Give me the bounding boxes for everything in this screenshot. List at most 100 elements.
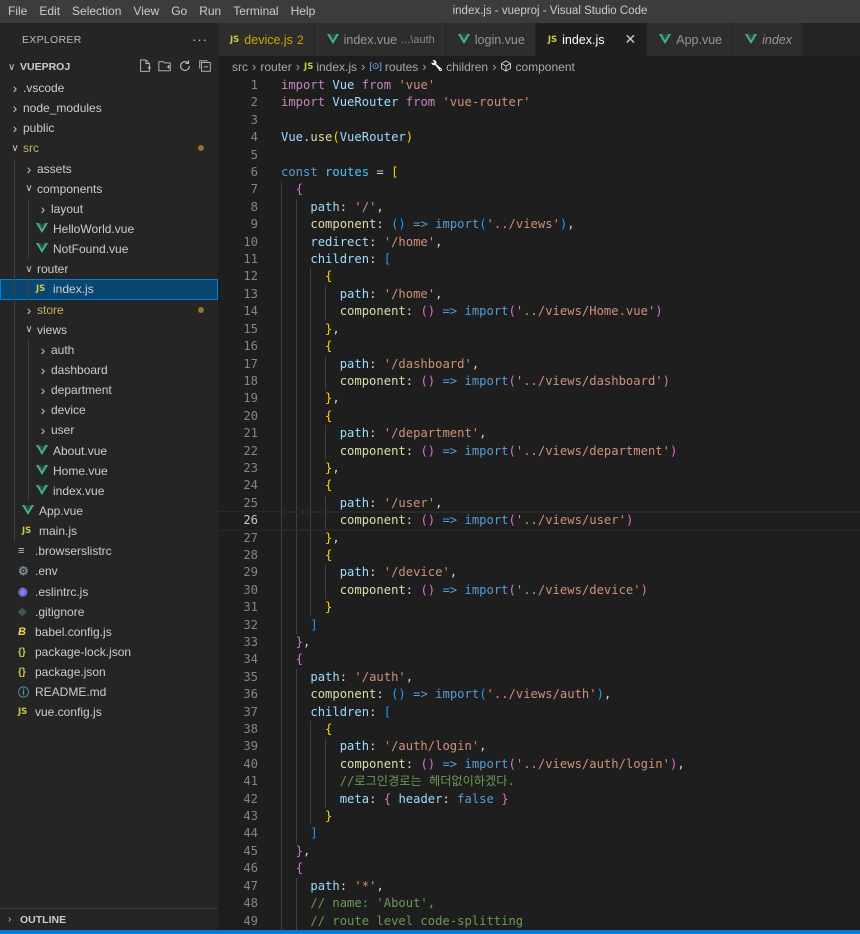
token: import bbox=[435, 217, 480, 232]
menu-edit[interactable]: Edit bbox=[33, 0, 66, 23]
tree-item-device[interactable]: › device bbox=[0, 400, 218, 421]
tree-item-helloworld-vue[interactable]: HelloWorld.vue bbox=[0, 218, 218, 240]
code-text: ] bbox=[281, 617, 317, 634]
collapse-all-icon[interactable] bbox=[198, 59, 212, 73]
token: routes bbox=[325, 165, 370, 180]
vue-file-icon bbox=[36, 484, 52, 497]
project-header[interactable]: ∨ VUEPROJ bbox=[0, 56, 218, 78]
tree-item-auth[interactable]: › auth bbox=[0, 339, 218, 360]
close-icon[interactable]: ✕ bbox=[625, 31, 637, 48]
tree-item-store[interactable]: › store bbox=[0, 299, 218, 320]
tree-item-main-js[interactable]: JS main.js bbox=[0, 521, 218, 542]
code-text: ] bbox=[281, 825, 317, 842]
indent-guide bbox=[14, 440, 15, 461]
new-file-icon[interactable] bbox=[138, 59, 152, 73]
code-editor[interactable]: 1 import Vue from 'vue' 2 import VueRouter … bbox=[218, 77, 860, 930]
token: import bbox=[464, 756, 509, 771]
indent-guide bbox=[14, 259, 15, 280]
tree-item-src[interactable]: ∨ src bbox=[0, 138, 218, 158]
token: => bbox=[442, 582, 458, 597]
code-text: component: () => import('../views/dashbo… bbox=[281, 373, 670, 390]
tree-item-notfound-vue[interactable]: NotFound.vue bbox=[0, 239, 218, 260]
tree-item-node-modules[interactable]: › node_modules bbox=[0, 98, 218, 118]
tree-item-public[interactable]: › public bbox=[0, 118, 218, 138]
tree-item-label: NotFound.vue bbox=[53, 242, 129, 257]
tab-index-js[interactable]: JS index.js ✕ bbox=[535, 23, 648, 56]
tree-item-department[interactable]: › department bbox=[0, 380, 218, 401]
breadcrumb-children[interactable]: 🔧 children bbox=[431, 60, 488, 74]
breadcrumb-src[interactable]: src bbox=[232, 60, 248, 74]
tree-item-label: public bbox=[23, 121, 55, 136]
menu-file[interactable]: File bbox=[2, 0, 33, 23]
tree-item-vscode[interactable]: › .vscode bbox=[0, 78, 218, 98]
tree-item-home-vue[interactable]: Home.vue bbox=[0, 460, 218, 481]
menu-view[interactable]: View bbox=[127, 0, 165, 23]
code-text: component: () => import('../views/depart… bbox=[281, 443, 678, 460]
token: } bbox=[295, 635, 304, 649]
tree-item-env[interactable]: ⚙ .env bbox=[0, 561, 218, 581]
code-line: 39 path: '/auth/login', bbox=[218, 738, 860, 756]
token: { bbox=[325, 269, 333, 284]
more-actions-icon[interactable]: ··· bbox=[192, 32, 208, 47]
tree-item-app-vue[interactable]: App.vue bbox=[0, 500, 218, 522]
tree-item-package-lock-json[interactable]: {} package-lock.json bbox=[0, 642, 218, 662]
tree-item-index-js[interactable]: JS index.js bbox=[0, 279, 218, 300]
code-line: 41 //로그인경로는 헤더없이하겠다. bbox=[218, 773, 860, 791]
tree-item-assets[interactable]: › assets bbox=[0, 158, 218, 179]
tree-item-views[interactable]: ∨ views bbox=[0, 319, 218, 340]
tree-item-eslintrc-js[interactable]: ◉ .eslintrc.js bbox=[0, 582, 218, 602]
breadcrumb-component[interactable]: component bbox=[500, 59, 575, 74]
breadcrumb-index-js[interactable]: JS index.js bbox=[304, 60, 357, 74]
tab-index-vue[interactable]: index.vue ...\auth bbox=[314, 23, 446, 56]
token: ) bbox=[655, 304, 663, 319]
code-line: 18 component: () => import('../views/das… bbox=[218, 372, 860, 391]
refresh-icon[interactable] bbox=[178, 59, 192, 73]
tree-item-layout[interactable]: › layout bbox=[0, 198, 218, 219]
code-line: 11 children: [ bbox=[218, 251, 860, 269]
tab-login-vue[interactable]: login.vue bbox=[445, 23, 536, 56]
tree-item-vue-config-js[interactable]: JS vue.config.js bbox=[0, 702, 218, 722]
menu-selection[interactable]: Selection bbox=[66, 0, 127, 23]
breadcrumb-label: component bbox=[515, 59, 575, 74]
gear-icon: ⚙ bbox=[18, 564, 29, 579]
tree-item-index-vue[interactable]: index.vue bbox=[0, 480, 218, 501]
new-folder-icon[interactable] bbox=[158, 59, 172, 73]
code-text: component: () => import('../views/user') bbox=[281, 512, 634, 529]
menu-terminal[interactable]: Terminal bbox=[227, 0, 284, 23]
tree-item-label: department bbox=[51, 383, 112, 398]
code-line: 26 component: () => import('../views/use… bbox=[218, 511, 860, 531]
tab-index[interactable]: index bbox=[733, 23, 804, 56]
menu-go[interactable]: Go bbox=[165, 0, 193, 23]
tree-item-babel-config-js[interactable]: Bbabel.config.js bbox=[0, 622, 218, 642]
tab-device-js[interactable]: JS device.js 2 bbox=[218, 23, 315, 56]
token: ( bbox=[508, 304, 516, 319]
menu-help[interactable]: Help bbox=[285, 0, 322, 23]
outline-header[interactable]: › OUTLINE bbox=[0, 908, 218, 930]
chevron-down-icon: ∨ bbox=[25, 263, 33, 275]
tab-app-vue[interactable]: App.vue bbox=[647, 23, 734, 56]
vue-file-icon bbox=[36, 444, 52, 457]
token: : bbox=[339, 669, 355, 684]
tree-item-label: HelloWorld.vue bbox=[53, 222, 135, 237]
tree-item-gitignore[interactable]: ◆ .gitignore bbox=[0, 602, 218, 622]
chevron-right-icon: › bbox=[422, 59, 427, 74]
tree-item-router[interactable]: ∨ router bbox=[0, 259, 218, 280]
breadcrumb-router[interactable]: router bbox=[260, 60, 291, 74]
tree-item-browserslistrc[interactable]: ≡ .browserslistrc bbox=[0, 541, 218, 561]
chevron-right-icon: › bbox=[40, 382, 46, 399]
line-number: 23 bbox=[243, 460, 258, 475]
tree-item-readme-md[interactable]: ⓘ README.md bbox=[0, 682, 218, 702]
breadcrumb-routes[interactable]: [⊙] routes bbox=[369, 60, 418, 74]
tree-item-user[interactable]: › user bbox=[0, 420, 218, 441]
line-number: 35 bbox=[243, 669, 258, 684]
token: : bbox=[369, 704, 384, 719]
js-file-icon: JS bbox=[304, 62, 314, 72]
tree-item-dashboard[interactable]: › dashboard bbox=[0, 359, 218, 381]
tree-item-package-json[interactable]: {} package.json bbox=[0, 662, 218, 682]
tree-item-components[interactable]: ∨ components bbox=[0, 178, 218, 199]
menu-run[interactable]: Run bbox=[193, 0, 227, 23]
tree-item-about-vue[interactable]: About.vue bbox=[0, 440, 218, 461]
